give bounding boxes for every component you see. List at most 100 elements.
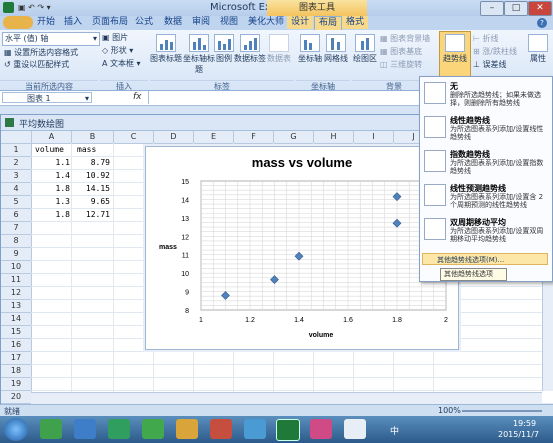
axis-titles-button[interactable]: 坐标轴标题 [182, 34, 216, 75]
more-trendline-options[interactable]: 其他趋势线选项(M)... [422, 253, 548, 265]
reset-style-button[interactable]: ↺ 重设以匹配样式 [4, 59, 69, 70]
table-cell[interactable]: 14.15 [72, 183, 110, 195]
table-cell[interactable]: 1.3 [32, 196, 70, 208]
chart-title[interactable]: mass vs volume [252, 155, 352, 170]
tab-design[interactable]: 设计 [287, 16, 314, 29]
table-cell[interactable]: 12.71 [72, 209, 110, 221]
table-cell[interactable]: 10.92 [72, 170, 110, 182]
table-cell[interactable]: 9.65 [72, 196, 110, 208]
trendline-option[interactable]: 线性预测趋势线 为所选图表系列添加/设置含 2 个周期预测的线性趋势线 [422, 181, 550, 215]
app-icon[interactable] [344, 419, 366, 439]
app-icon[interactable] [40, 419, 62, 439]
insert-picture-button[interactable]: ▣ 图片 [102, 32, 128, 43]
tab-page-layout[interactable]: 页面布局 [88, 16, 132, 29]
tab-view[interactable]: 视图 [216, 16, 242, 29]
column-header[interactable]: A [32, 131, 72, 144]
tab-beautify[interactable]: 美化大师 [244, 16, 288, 29]
cell-b1[interactable]: mass [77, 144, 96, 156]
chart-element-select[interactable]: 水平 (值) 轴 ▾ [2, 32, 100, 46]
column-header[interactable]: B [72, 131, 114, 144]
row-header[interactable]: 17 [1, 352, 32, 365]
3d-rotation-button[interactable]: ◫ 三维旋转 [380, 59, 422, 70]
clock-date[interactable]: 2015/11/7 [498, 430, 539, 439]
tab-home[interactable]: 开始 [33, 16, 59, 29]
row-header[interactable]: 18 [1, 365, 32, 378]
minimize-button[interactable]: – [480, 1, 504, 16]
x-axis-title[interactable]: volume [309, 332, 334, 339]
tab-formulas[interactable]: 公式 [131, 16, 157, 29]
table-cell[interactable]: 1.1 [32, 157, 70, 169]
app-icon[interactable] [142, 419, 164, 439]
app-icon[interactable] [74, 419, 96, 439]
tab-layout[interactable]: 布局 [314, 16, 343, 30]
row-header[interactable]: 19 [1, 378, 32, 391]
tab-insert[interactable]: 插入 [60, 16, 86, 29]
row-header[interactable]: 13 [1, 300, 32, 313]
row-header[interactable]: 1 [1, 144, 32, 157]
tab-data[interactable]: 数据 [160, 16, 186, 29]
table-cell[interactable]: 1.8 [32, 209, 70, 221]
chart-wall-button[interactable]: ▦ 图表背景墙 [380, 33, 430, 44]
row-header[interactable]: 14 [1, 313, 32, 326]
zoom-slider[interactable] [462, 410, 542, 412]
column-header[interactable]: G [274, 131, 314, 144]
app-icon[interactable] [310, 419, 332, 439]
excel-icon[interactable] [3, 2, 14, 13]
column-header[interactable]: C [114, 131, 154, 144]
row-header[interactable]: 5 [1, 196, 32, 209]
table-cell[interactable]: 1.8 [32, 183, 70, 195]
row-header[interactable]: 11 [1, 274, 32, 287]
trendline-option[interactable]: 线性趋势线 为所选图表系列添加/设置线性趋势线 [422, 113, 550, 147]
error-bars-button[interactable]: ⊥ 误差线 [473, 59, 507, 70]
name-box[interactable]: 图表 1 ▾ [2, 92, 92, 103]
legend-button[interactable]: 图例 [214, 34, 234, 64]
select-all-corner[interactable] [1, 131, 32, 144]
help-icon[interactable]: ? [537, 18, 547, 28]
cell-a1[interactable]: volume [35, 144, 64, 156]
table-cell[interactable]: 8.79 [72, 157, 110, 169]
app-icon[interactable] [210, 419, 232, 439]
horizontal-scrollbar[interactable] [31, 392, 542, 404]
chart-title-button[interactable]: 图表标题 [150, 34, 182, 64]
trendline-button[interactable]: 趋势线 [439, 31, 471, 77]
column-header[interactable]: I [354, 131, 394, 144]
close-button[interactable]: ✕ [528, 1, 552, 16]
plot-area[interactable]: 8 9 10 11 12 13 14 15 1 1.2 1.4 1.6 1.8 2 [181, 179, 448, 324]
maximize-button[interactable]: □ [504, 1, 528, 16]
trendline-option[interactable]: 无删除所选趋势线；如果未做选择，则删除所有趋势线 [422, 79, 550, 113]
data-labels-button[interactable]: 数据标签 [234, 34, 266, 64]
quick-access-toolbar[interactable]: ▣ ↶ ↷ ▾ [18, 3, 78, 13]
row-header[interactable]: 15 [1, 326, 32, 339]
axes-button[interactable]: 坐标轴 [296, 34, 324, 64]
row-header[interactable]: 8 [1, 235, 32, 248]
tab-review[interactable]: 审阅 [188, 16, 214, 29]
tab-format[interactable]: 格式 [342, 16, 369, 29]
trendline-option[interactable]: 双周期移动平均 为所选图表系列添加/设置双周期移动平均趋势线 [422, 215, 550, 249]
plot-area-button[interactable]: 绘图区 [352, 34, 378, 64]
row-header[interactable]: 16 [1, 339, 32, 352]
office-button[interactable] [3, 16, 33, 29]
chart-floor-button[interactable]: ▦ 图表基底 [380, 46, 422, 57]
insert-textbox-button[interactable]: A 文本框 ▾ [102, 58, 141, 69]
chart-object[interactable]: mass vs volume mass volume 8 9 10 11 12 13 14 1… [145, 146, 459, 350]
excel-taskbar-icon[interactable] [276, 419, 300, 441]
app-icon[interactable] [176, 419, 198, 439]
row-header[interactable]: 3 [1, 170, 32, 183]
data-table-button[interactable]: 数据表 [266, 34, 292, 64]
row-header[interactable]: 6 [1, 209, 32, 222]
row-header[interactable]: 10 [1, 261, 32, 274]
column-header[interactable]: F [234, 131, 274, 144]
start-button[interactable] [4, 418, 28, 441]
clock-time[interactable]: 19:59 [513, 419, 536, 428]
lines-button[interactable]: ⊢ 折线 [473, 33, 499, 44]
app-icon[interactable] [244, 419, 266, 439]
properties-button[interactable]: 属性 [526, 34, 550, 64]
zoom-level[interactable]: 100% [438, 406, 461, 415]
column-header[interactable]: H [314, 131, 354, 144]
row-header[interactable]: 2 [1, 157, 32, 170]
column-header[interactable]: E [194, 131, 234, 144]
trendline-option[interactable]: 指数趋势线 为所选图表系列添加/设置指数趋势线 [422, 147, 550, 181]
format-selection-button[interactable]: ▦ 设置所选内容格式 [4, 47, 78, 58]
row-header[interactable]: 20 [1, 391, 32, 404]
fx-icon[interactable]: fx [133, 92, 142, 102]
